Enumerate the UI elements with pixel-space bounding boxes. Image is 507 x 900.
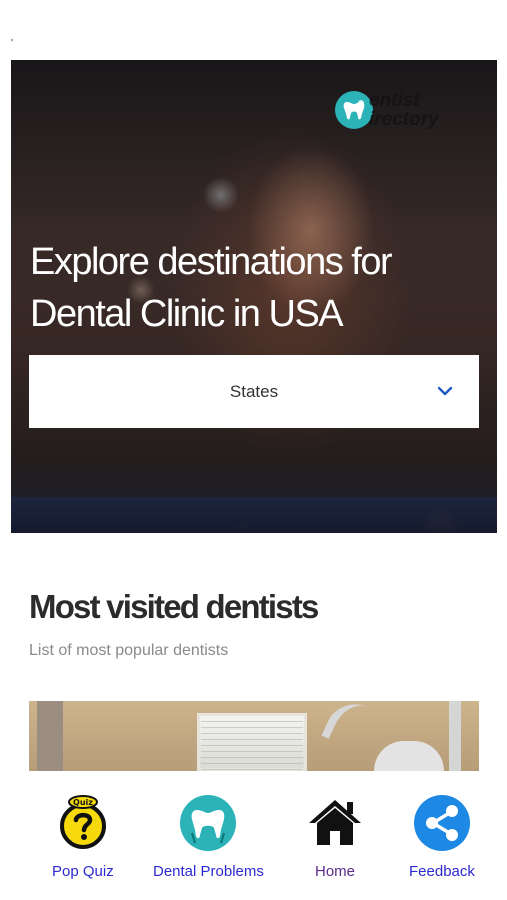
most-visited-subtitle: List of most popular dentists <box>29 642 229 659</box>
nav-pop-quiz[interactable]: Quiz Pop Quiz <box>52 793 114 880</box>
most-visited-title: Most visited dentists <box>29 588 319 625</box>
hero-banner: entist irectory Explore destinations for… <box>11 60 497 533</box>
nav-home-label: Home <box>314 863 355 880</box>
nav-dental-problems-label: Dental Problems <box>153 863 264 880</box>
nav-pop-quiz-label: Pop Quiz <box>52 863 114 880</box>
share-icon <box>413 795 470 851</box>
quiz-icon: Quiz <box>59 795 106 849</box>
hero-title-line-1: Explore destinations for <box>30 241 393 283</box>
logo-line-2: irectory <box>369 109 439 130</box>
tooth-icon <box>180 795 237 851</box>
status-indicator: ' <box>11 38 13 49</box>
dentist-card-image[interactable] <box>29 701 479 771</box>
dentist-directory-logo: entist irectory <box>335 91 475 131</box>
hero-title: Explore destinations for Dental Clinic i… <box>30 236 480 340</box>
photo-door <box>37 701 63 771</box>
photo-dental-lamp <box>321 701 377 753</box>
nav-feedback[interactable]: Feedback <box>409 793 475 880</box>
nav-home[interactable]: Home <box>305 793 365 880</box>
nav-feedback-label: Feedback <box>409 863 475 880</box>
nav-dental-problems[interactable]: Dental Problems <box>153 793 264 880</box>
chevron-down-icon <box>437 386 453 396</box>
svg-text:Quiz: Quiz <box>73 798 93 807</box>
states-dropdown-value: States <box>229 381 279 401</box>
photo-dental-arm <box>374 741 444 771</box>
hero-title-line-2: Dental Clinic in USA <box>30 293 344 335</box>
logo-line-1: entist <box>369 90 420 111</box>
photo-window-blinds <box>201 721 303 771</box>
logo-tooth-icon <box>335 91 373 129</box>
photo-pole <box>449 701 461 771</box>
home-icon <box>309 800 361 845</box>
states-dropdown[interactable]: States <box>29 355 479 428</box>
hero-bottom-band <box>11 497 497 533</box>
logo-wordmark: entist irectory <box>369 91 439 129</box>
bottom-navigation: Quiz Pop Quiz Dental Problems Home Feedb… <box>0 771 507 900</box>
